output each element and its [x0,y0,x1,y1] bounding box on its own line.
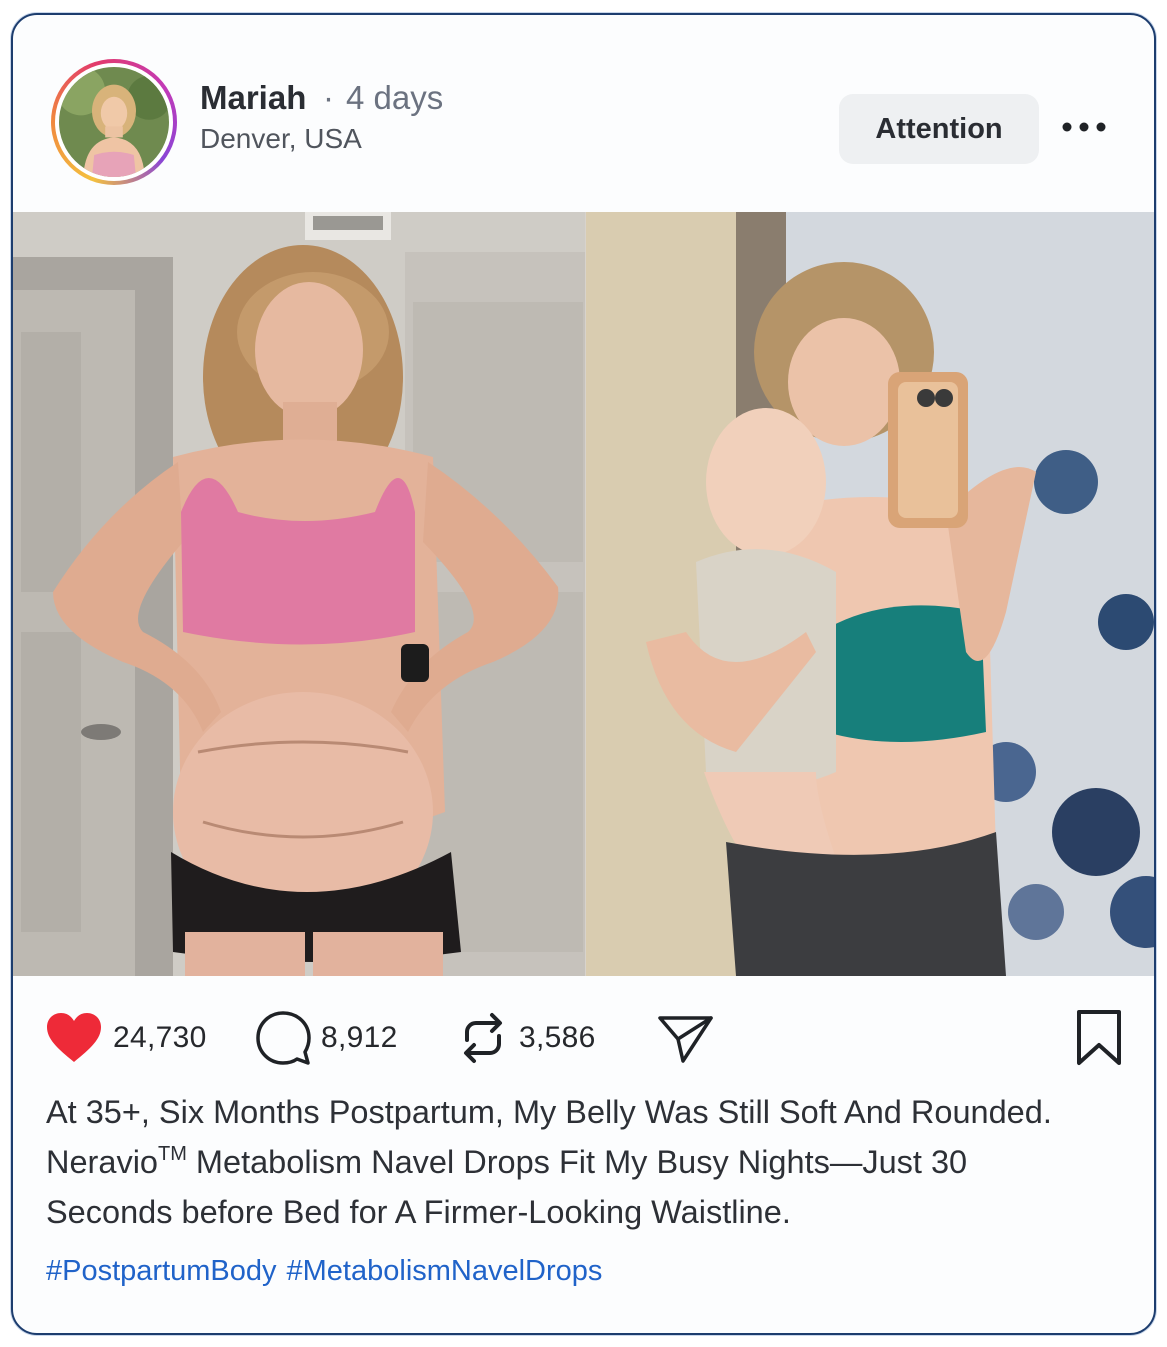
more-dots-icon[interactable] [1059,117,1109,137]
avatar[interactable] [51,59,177,185]
post-caption: At 35+, Six Months Postpartum, My Belly … [46,1087,1136,1237]
like-count: 24,730 [113,1021,207,1054]
send-icon [658,1016,713,1063]
after-photo[interactable] [586,212,1156,976]
brand-name: Neravio [46,1144,158,1180]
hashtags: #PostpartumBody #MetabolismNavelDrops [46,1255,612,1288]
comment-count: 8,912 [321,1021,398,1054]
avatar-image [59,67,169,177]
caption-line-2-text: Metabolism Navel Drops Fit My Busy Night… [186,1144,968,1180]
repost-button[interactable]: 3,586 [457,1010,596,1066]
photo-collage[interactable] [13,212,1156,976]
separator-dot: · [323,79,334,116]
before-photo[interactable] [13,212,585,976]
trademark-mark: TM [158,1143,187,1165]
repost-count: 3,586 [519,1021,596,1054]
bookmark-icon [1077,1010,1121,1065]
follow-button[interactable]: Attention [839,94,1039,164]
bookmark-button[interactable] [1075,1010,1123,1066]
comment-bubble-icon [256,1011,311,1065]
caption-line-2: NeravioTM Metabolism Navel Drops Fit My … [46,1137,1136,1187]
hashtag-metabolismnaveldrops[interactable]: #MetabolismNavelDrops [287,1255,603,1287]
repost-icon [464,1013,502,1063]
post-time: 4 days [346,79,444,116]
username[interactable]: Mariah [200,79,306,117]
location[interactable]: Denver, USA [200,123,362,155]
comment-button[interactable]: 8,912 [255,1010,398,1066]
post-card: Mariah · 4 days Denver, USA Attention 24… [11,13,1156,1335]
like-button[interactable]: 24,730 [45,1010,207,1066]
caption-line-3: Seconds before Bed for A Firmer-Looking … [46,1194,791,1230]
caption-line-1: At 35+, Six Months Postpartum, My Belly … [46,1094,1052,1130]
share-button[interactable] [657,1010,715,1066]
hashtag-postpartumbody[interactable]: #PostpartumBody [46,1255,277,1287]
heart-icon [47,1013,101,1062]
